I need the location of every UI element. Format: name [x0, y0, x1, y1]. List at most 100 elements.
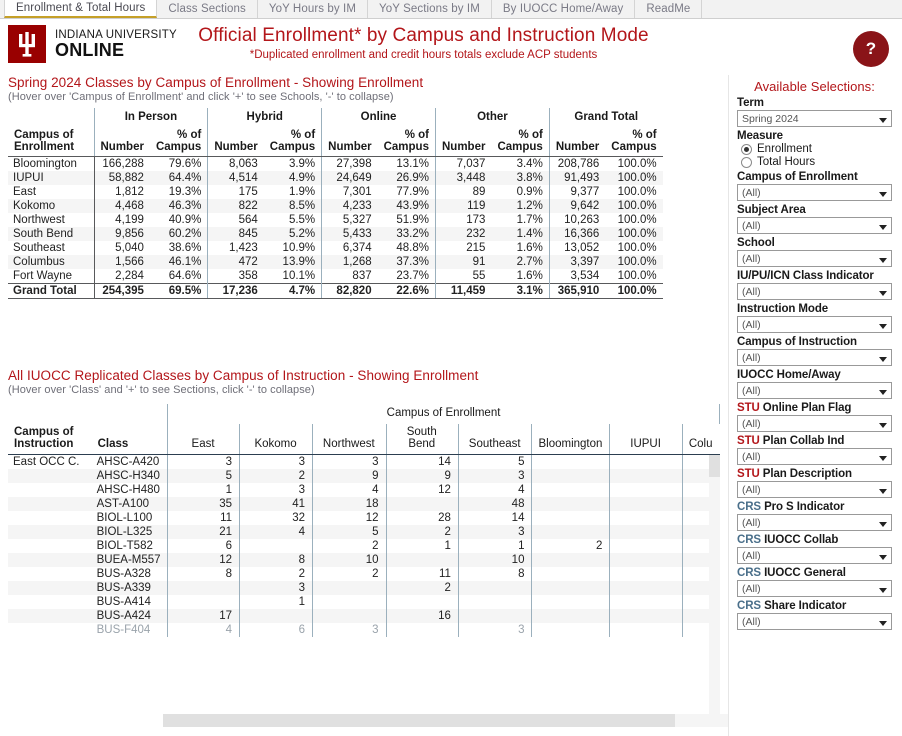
table2-cell — [313, 581, 387, 595]
table2-col-header: South Bend — [386, 424, 458, 455]
table-row[interactable]: BUEA-M5571281010 — [8, 553, 720, 567]
table1-total-cell: 82,820 — [322, 284, 378, 299]
tab-enrollment-total-hours[interactable]: Enrollment & Total Hours — [4, 0, 157, 18]
table-row[interactable]: BUS-A4241716 — [8, 609, 720, 623]
filter-select-campus-of-instruction[interactable]: (All) — [737, 349, 892, 366]
table-row[interactable]: Fort Wayne2,28464.6%35810.1%83723.7%551.… — [8, 269, 663, 284]
filter-select-crs-pros-indicator[interactable]: (All) — [737, 514, 892, 531]
filter-select-iuocc-home-away[interactable]: (All) — [737, 382, 892, 399]
tab-yoy-sections-by-im[interactable]: YoY Sections by IM — [368, 0, 492, 18]
table2-col-header: Bloomington — [532, 424, 610, 455]
table2-cell: 4 — [313, 483, 387, 497]
filter-select-term[interactable]: Spring 2024 — [737, 110, 892, 127]
filter-select-stu-online-plan-flag[interactable]: (All) — [737, 415, 892, 432]
table1-cell: 10.9% — [264, 241, 322, 255]
tab-by-iuocc-home-away[interactable]: By IUOCC Home/Away — [492, 0, 635, 18]
table1-grand-total-row: Grand Total254,39569.5%17,2364.7%82,8202… — [8, 284, 663, 299]
chevron-down-icon — [879, 456, 887, 461]
table-row[interactable]: Northwest4,19940.9%5645.5%5,32751.9%1731… — [8, 213, 663, 227]
table2-cell — [532, 623, 610, 637]
tab-yoy-hours-by-im[interactable]: YoY Hours by IM — [258, 0, 368, 18]
table2-cell — [532, 497, 610, 511]
table-row[interactable]: Columbus1,56646.1%47213.9%1,26837.3%912.… — [8, 255, 663, 269]
chevron-down-icon — [879, 357, 887, 362]
table2-cell: 1 — [458, 539, 532, 553]
table1-cell: 5.5% — [264, 213, 322, 227]
filter-value: (All) — [742, 352, 761, 364]
vertical-scrollbar-thumb[interactable] — [709, 455, 720, 477]
table2-cell: 3 — [458, 469, 532, 483]
table-row[interactable]: AHSC-H34052993 — [8, 469, 720, 483]
filter-select-subject-area[interactable]: (All) — [737, 217, 892, 234]
table2-cell — [240, 609, 313, 623]
table-row[interactable]: BIOL-L325214523 — [8, 525, 720, 539]
filter-select-school[interactable]: (All) — [737, 250, 892, 267]
table2-campus-instruction-cell — [8, 609, 92, 623]
table-row[interactable]: BIOL-T58262112 — [8, 539, 720, 553]
table-row[interactable]: South Bend9,85660.2%8455.2%5,43333.2%232… — [8, 227, 663, 241]
table-row[interactable]: East OCC C.AHSC-A420333145 — [8, 455, 720, 470]
table1-campus-label: Bloomington — [8, 157, 94, 172]
filter-select-stu-plan-description[interactable]: (All) — [737, 481, 892, 498]
horizontal-scrollbar[interactable] — [163, 714, 728, 727]
table2-cell: 35 — [168, 497, 240, 511]
enrollment-by-campus-table: In PersonHybridOnlineOtherGrand TotalCam… — [8, 108, 663, 299]
filter-select-crs-share-indicator[interactable]: (All) — [737, 613, 892, 630]
table2-cell — [610, 539, 682, 553]
filter-select-stu-plan-collab-ind[interactable]: (All) — [737, 448, 892, 465]
vertical-scrollbar[interactable] — [709, 455, 720, 719]
table2-campus-instruction-header: Campus ofInstruction — [8, 424, 92, 455]
table2-cell — [532, 609, 610, 623]
table2-class-cell: BUS-F404 — [92, 623, 168, 637]
filter-select-crs-iuocc-collab[interactable]: (All) — [737, 547, 892, 564]
table2-class-cell: BUEA-M557 — [92, 553, 168, 567]
table2-cell: 1 — [168, 483, 240, 497]
table2-col-header: Northwest — [313, 424, 387, 455]
table-row[interactable]: Southeast5,04038.6%1,42310.9%6,37448.8%2… — [8, 241, 663, 255]
table-row[interactable]: BUS-A328822118 — [8, 567, 720, 581]
table-row[interactable]: AHSC-H480134124 — [8, 483, 720, 497]
filter-select-iu-pu-icn-class-indicator[interactable]: (All) — [737, 283, 892, 300]
table1-cell: 1.9% — [264, 185, 322, 199]
table-row[interactable]: Bloomington166,28879.6%8,0633.9%27,39813… — [8, 157, 663, 172]
table-row[interactable]: IUPUI58,88264.4%4,5144.9%24,64926.9%3,44… — [8, 171, 663, 185]
tab-readme[interactable]: ReadMe — [635, 0, 702, 18]
horizontal-scrollbar-thumb[interactable] — [163, 714, 675, 727]
table1-campus-label: Kokomo — [8, 199, 94, 213]
table2-cell — [532, 455, 610, 470]
table1-total-cell: 3.1% — [491, 284, 549, 299]
table-row[interactable]: East1,81219.3%1751.9%7,30177.9%890.9%9,3… — [8, 185, 663, 199]
radio-total-hours[interactable]: Total Hours — [741, 156, 892, 168]
table-row[interactable]: AST-A10035411848 — [8, 497, 720, 511]
filter-select-crs-iuocc-general[interactable]: (All) — [737, 580, 892, 597]
table1-total-cell: 22.6% — [378, 284, 436, 299]
table-row[interactable]: BUS-F4044633 — [8, 623, 720, 637]
tab-class-sections[interactable]: Class Sections — [157, 0, 257, 18]
table-row[interactable]: BIOL-L1001132122814 — [8, 511, 720, 525]
filter-select-instruction-mode[interactable]: (All) — [737, 316, 892, 333]
table2-cell: 3 — [240, 581, 313, 595]
filter-select-campus-of-enrollment[interactable]: (All) — [737, 184, 892, 201]
main-content: Spring 2024 Classes by Campus of Enrollm… — [0, 75, 728, 736]
filter-label-text: Pro S Indicator — [764, 501, 844, 513]
filter-label-text: Share Indicator — [764, 600, 846, 612]
help-button[interactable]: ? — [853, 31, 889, 67]
filter-label-campus-of-enrollment: Campus of Enrollment — [737, 171, 892, 183]
table1-group-header: Online — [322, 108, 436, 127]
table-row[interactable]: BUS-A4141 — [8, 595, 720, 609]
table2-campus-instruction-cell: East OCC C. — [8, 455, 92, 470]
table2-cell: 5 — [458, 455, 532, 470]
table-row[interactable]: Kokomo4,46846.3%8228.5%4,23343.9%1191.2%… — [8, 199, 663, 213]
table1-cell: 3.8% — [491, 171, 549, 185]
radio-enrollment[interactable]: Enrollment — [741, 143, 892, 155]
table1-campus-label: Northwest — [8, 213, 94, 227]
table1-cell: 5,040 — [94, 241, 150, 255]
filter-label-instruction-mode: Instruction Mode — [737, 303, 892, 315]
table1-cell: 9,377 — [549, 185, 605, 199]
table2-cell: 2 — [240, 469, 313, 483]
table2-cell: 11 — [386, 567, 458, 581]
table1-cell: 43.9% — [378, 199, 436, 213]
table1-col-pct: % ofCampus — [605, 127, 662, 157]
table-row[interactable]: BUS-A33932 — [8, 581, 720, 595]
table1-group-header: Other — [435, 108, 549, 127]
